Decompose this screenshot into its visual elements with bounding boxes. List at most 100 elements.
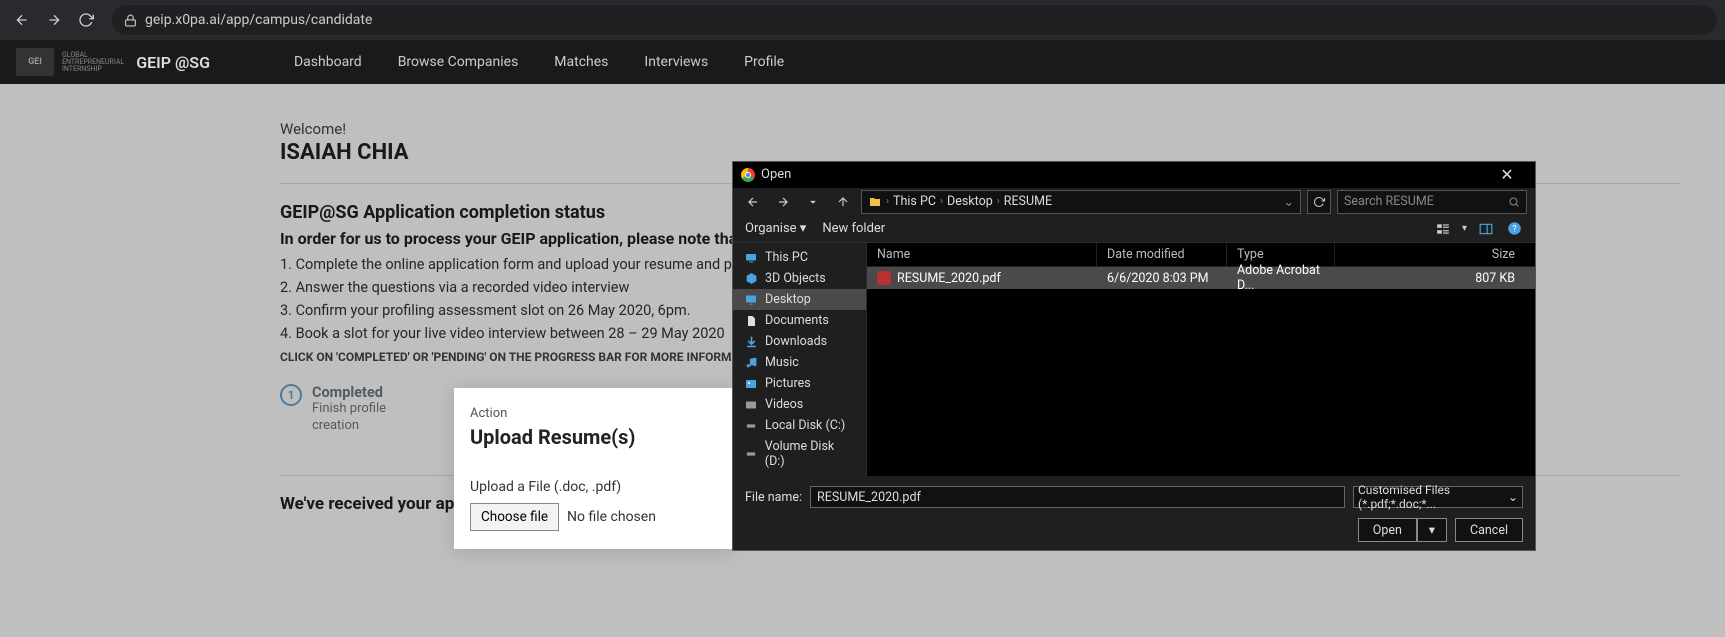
progress-badge: 1 (280, 384, 302, 406)
upload-modal: Action Upload Resume(s) Upload a File (.… (454, 388, 734, 549)
logo-subtext: GLOBALENTREPRENEURIALINTERNSHIP (62, 52, 124, 73)
sidebar-local-c[interactable]: Local Disk (C:) (733, 415, 866, 436)
desktop-icon (743, 293, 759, 307)
sidebar-pictures[interactable]: Pictures (733, 373, 866, 394)
logo-icon: GEI (16, 48, 54, 76)
chevron-down-icon[interactable]: ⌄ (1284, 194, 1294, 210)
caret-down-icon: ⌄ (1508, 490, 1518, 504)
back-button[interactable] (8, 6, 36, 34)
top-nav: GEI GLOBALENTREPRENEURIALINTERNSHIP GEIP… (0, 40, 1725, 84)
lock-icon (124, 14, 137, 27)
view-details-icon[interactable] (1434, 220, 1452, 238)
organise-menu[interactable]: Organise ▾ (745, 221, 806, 236)
download-icon (743, 335, 759, 349)
nav-dashboard[interactable]: Dashboard (288, 54, 368, 70)
sidebar-documents[interactable]: Documents (733, 310, 866, 331)
pdf-icon (877, 271, 891, 285)
brand-text: GEIP @SG (136, 53, 210, 72)
forward-button[interactable] (40, 6, 68, 34)
file-list: Name Date modified Type Size RESUME_2020… (867, 243, 1535, 476)
col-size[interactable]: Size (1335, 243, 1535, 266)
choose-file-button[interactable]: Choose file (470, 503, 559, 531)
cube-icon (743, 272, 759, 286)
nav-browse-companies[interactable]: Browse Companies (392, 54, 525, 70)
url-text: geip.x0pa.ai/app/campus/candidate (145, 12, 372, 28)
sidebar-videos[interactable]: Videos (733, 394, 866, 415)
welcome-text: Welcome! (280, 120, 1681, 138)
dialog-titlebar: Open ✕ (733, 162, 1535, 188)
file-name: RESUME_2020.pdf (897, 271, 1001, 286)
no-file-text: No file chosen (567, 509, 656, 525)
reload-button[interactable] (72, 6, 100, 34)
sidebar-volume-d[interactable]: Volume Disk (D:) (733, 436, 866, 472)
open-button[interactable]: Open (1358, 518, 1417, 542)
dialog-search-input[interactable]: Search RESUME (1337, 190, 1527, 214)
filename-label: File name: (745, 490, 802, 505)
dialog-nav: › This PC › Desktop › RESUME ⌄ Search RE… (733, 188, 1535, 216)
browser-bar: geip.x0pa.ai/app/campus/candidate (0, 0, 1725, 40)
cancel-button[interactable]: Cancel (1455, 518, 1523, 542)
recent-dropdown-icon[interactable] (801, 190, 825, 214)
chevron-right-icon: › (940, 196, 943, 207)
chevron-right-icon: › (997, 196, 1000, 207)
preview-pane-icon[interactable] (1477, 220, 1495, 238)
modal-heading: Upload Resume(s) (470, 425, 718, 449)
folder-icon (868, 196, 882, 208)
col-date[interactable]: Date modified (1097, 243, 1227, 266)
file-size: 807 KB (1335, 271, 1535, 286)
column-headers: Name Date modified Type Size (867, 243, 1535, 267)
search-placeholder: Search RESUME (1344, 194, 1434, 209)
nav-matches[interactable]: Matches (548, 54, 614, 70)
modal-label: Action (470, 406, 718, 421)
chevron-right-icon: › (886, 196, 889, 207)
progress-sub1: Finish profile (312, 401, 386, 418)
sidebar-thispc[interactable]: This PC (733, 247, 866, 268)
filename-input[interactable] (810, 486, 1345, 508)
nav-profile[interactable]: Profile (738, 54, 790, 70)
url-bar[interactable]: geip.x0pa.ai/app/campus/candidate (112, 5, 1717, 35)
pc-icon (743, 251, 759, 265)
sidebar-downloads[interactable]: Downloads (733, 331, 866, 352)
progress-sub2: creation (312, 418, 386, 435)
logo-section: GEI GLOBALENTREPRENEURIALINTERNSHIP GEIP… (16, 48, 210, 76)
breadcrumb-thispc[interactable]: This PC (893, 194, 936, 209)
drive-icon (743, 447, 759, 461)
new-folder-button[interactable]: New folder (822, 221, 885, 236)
document-icon (743, 314, 759, 328)
search-icon (1508, 196, 1520, 208)
col-name[interactable]: Name (867, 243, 1097, 266)
dialog-title: Open (761, 167, 791, 182)
progress-step-1[interactable]: 1 Completed Finish profile creation (280, 384, 386, 435)
dialog-forward-button[interactable] (771, 190, 795, 214)
dialog-back-button[interactable] (741, 190, 765, 214)
chrome-icon (741, 168, 755, 182)
file-date: 6/6/2020 8:03 PM (1097, 271, 1227, 286)
dialog-footer: File name: Customised Files (*.pdf;*.doc… (733, 476, 1535, 550)
file-open-dialog: Open ✕ › This PC › Desktop › RESUME ⌄ Se… (732, 161, 1536, 551)
sidebar-3d-objects[interactable]: 3D Objects (733, 268, 866, 289)
sidebar-music[interactable]: Music (733, 352, 866, 373)
dialog-sidebar: This PC 3D Objects Desktop Documents Dow… (733, 243, 867, 476)
breadcrumb-resume[interactable]: RESUME (1004, 194, 1052, 209)
filetype-select[interactable]: Customised Files (*.pdf;*.doc;*... ⌄ (1353, 486, 1523, 508)
video-icon (743, 398, 759, 412)
drive-icon (743, 419, 759, 433)
caret-down-icon[interactable]: ▾ (1462, 223, 1467, 234)
breadcrumb-desktop[interactable]: Desktop (947, 194, 993, 209)
open-dropdown[interactable]: ▾ (1417, 518, 1447, 542)
help-icon[interactable]: ? (1505, 220, 1523, 238)
progress-title: Completed (312, 384, 386, 401)
image-icon (743, 377, 759, 391)
refresh-button[interactable] (1307, 190, 1331, 214)
dialog-up-button[interactable] (831, 190, 855, 214)
dialog-body: This PC 3D Objects Desktop Documents Dow… (733, 243, 1535, 476)
close-button[interactable]: ✕ (1487, 165, 1527, 184)
sidebar-desktop[interactable]: Desktop (733, 289, 866, 310)
music-icon (743, 356, 759, 370)
caret-down-icon: ▾ (800, 221, 807, 236)
nav-interviews[interactable]: Interviews (638, 54, 714, 70)
svg-text:?: ? (1512, 225, 1516, 235)
file-row[interactable]: RESUME_2020.pdf 6/6/2020 8:03 PM Adobe A… (867, 267, 1535, 289)
breadcrumb[interactable]: › This PC › Desktop › RESUME ⌄ (861, 190, 1301, 214)
modal-upload-text: Upload a File (.doc, .pdf) (470, 479, 718, 495)
